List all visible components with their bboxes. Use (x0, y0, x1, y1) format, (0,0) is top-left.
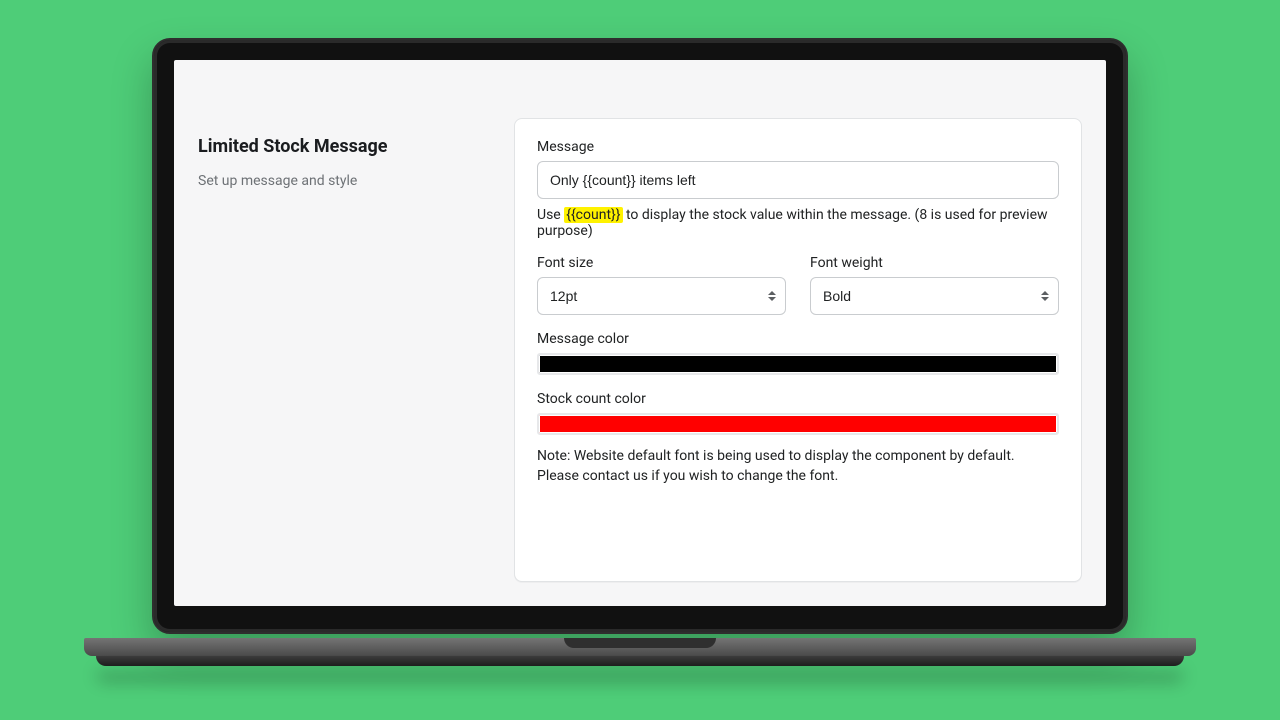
section-title: Limited Stock Message (198, 136, 490, 157)
message-label: Message (537, 139, 1059, 155)
message-input[interactable] (537, 161, 1059, 199)
font-size-field: Font size (537, 255, 786, 315)
stock-count-color-field: Stock count color (537, 391, 1059, 435)
font-size-label: Font size (537, 255, 786, 271)
count-tag: {{count}} (564, 207, 622, 223)
font-weight-value[interactable] (810, 277, 1059, 315)
laptop-screen: Limited Stock Message Set up message and… (174, 60, 1106, 606)
stock-count-color-picker[interactable] (537, 413, 1059, 435)
stage-background: Limited Stock Message Set up message and… (0, 0, 1280, 720)
font-weight-field: Font weight (810, 255, 1059, 315)
base-notch (564, 638, 716, 648)
settings-sidebar: Limited Stock Message Set up message and… (198, 76, 490, 582)
font-size-select[interactable] (537, 277, 786, 315)
laptop-mockup: Limited Stock Message Set up message and… (152, 38, 1128, 676)
font-size-value[interactable] (537, 277, 786, 315)
base-bottom (96, 656, 1184, 666)
section-subtitle: Set up message and style (198, 173, 490, 189)
message-field: Message Use {{count}} to display the sto… (537, 139, 1059, 239)
help-prefix: Use (537, 207, 564, 223)
laptop-bezel: Limited Stock Message Set up message and… (152, 38, 1128, 634)
message-color-picker[interactable] (537, 353, 1059, 375)
settings-card: Message Use {{count}} to display the sto… (514, 118, 1082, 582)
stock-count-color-label: Stock count color (537, 391, 1059, 407)
font-weight-label: Font weight (810, 255, 1059, 271)
font-weight-select[interactable] (810, 277, 1059, 315)
message-color-field: Message color (537, 331, 1059, 375)
font-row: Font size Font weight (537, 255, 1059, 315)
font-note: Note: Website default font is being used… (537, 447, 1059, 486)
message-help-text: Use {{count}} to display the stock value… (537, 207, 1059, 239)
settings-app: Limited Stock Message Set up message and… (174, 60, 1106, 606)
laptop-base (152, 638, 1128, 676)
message-color-label: Message color (537, 331, 1059, 347)
